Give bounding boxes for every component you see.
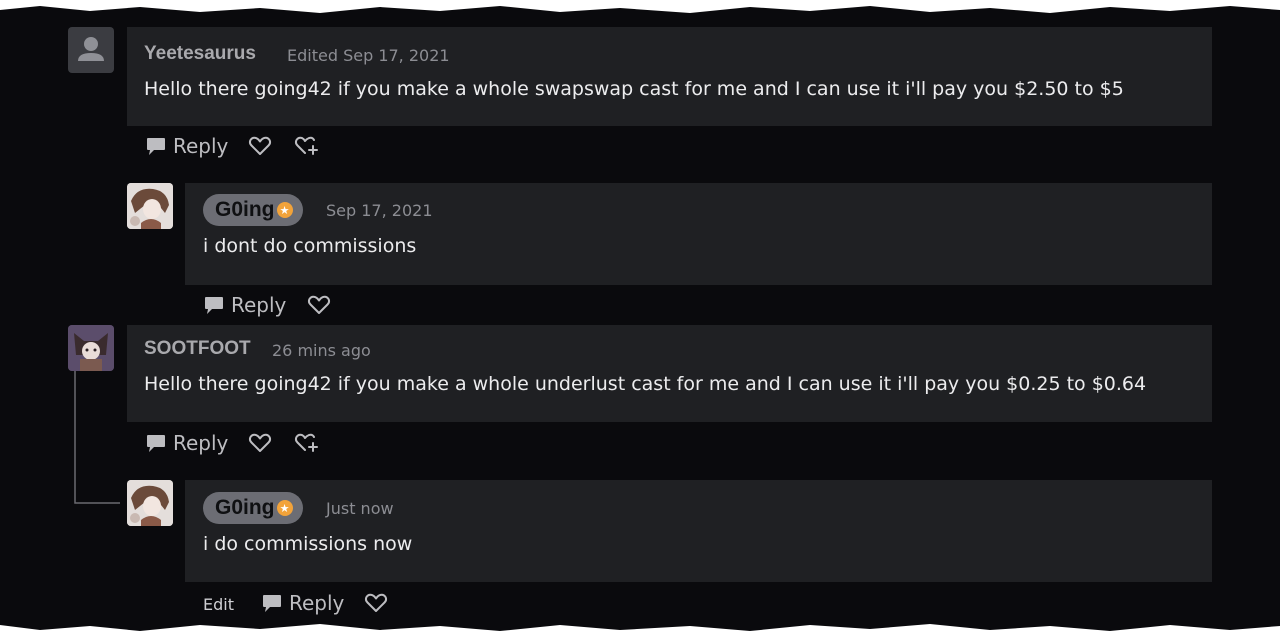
comment-text: i dont do commissions [203, 235, 417, 257]
edit-button[interactable]: Edit [203, 595, 234, 614]
reply-label: Reply [289, 591, 345, 615]
comment-text: i do commissions now [203, 533, 413, 555]
comment-bubble [185, 480, 1212, 582]
comment-text: Hello there going42 if you make a whole … [144, 373, 1147, 395]
comment-bubble [185, 183, 1212, 285]
reply-button[interactable]: Reply [203, 293, 286, 317]
heart-icon [248, 136, 272, 155]
reply-button[interactable]: Reply [261, 591, 344, 615]
comment-bubble-icon [263, 595, 281, 612]
username-pill[interactable]: G0ing ★ [203, 492, 303, 524]
user-silhouette-icon [78, 37, 104, 61]
reply-label: Reply [173, 134, 229, 158]
like-button[interactable] [248, 135, 272, 157]
comment-username[interactable]: SOOTFOOT [144, 338, 251, 360]
heart-icon [364, 593, 388, 612]
like-button[interactable] [364, 592, 388, 614]
avatar-going[interactable] [127, 183, 173, 229]
comment-text: Hello there going42 if you make a whole … [144, 78, 1124, 100]
comment-bubble-icon [205, 297, 223, 314]
comment-timestamp: Sep 17, 2021 [326, 201, 433, 220]
award-button[interactable] [294, 432, 320, 454]
avatar-image [68, 325, 114, 371]
like-button[interactable] [248, 432, 272, 454]
add-reaction-icon [294, 433, 318, 452]
comment-username: G0ing [215, 496, 275, 519]
comment-username: G0ing [215, 198, 275, 221]
reply-label: Reply [231, 293, 287, 317]
reply-button[interactable]: Reply [145, 134, 228, 158]
avatar-image [127, 480, 173, 526]
star-badge-icon: ★ [276, 202, 293, 218]
avatar-default[interactable] [68, 27, 114, 73]
username-pill[interactable]: G0ing ★ [203, 194, 303, 226]
avatar-sootfoot[interactable] [68, 325, 114, 371]
comment-timestamp: Edited Sep 17, 2021 [287, 46, 450, 65]
add-reaction-icon [294, 136, 318, 155]
comment-bubble [127, 27, 1212, 126]
comment-bubble-icon [147, 138, 165, 155]
reply-label: Reply [173, 431, 229, 455]
award-button[interactable] [294, 135, 320, 157]
avatar-image [127, 183, 173, 229]
like-button[interactable] [307, 294, 331, 316]
heart-icon [307, 295, 331, 314]
comment-bubble-icon [147, 435, 165, 452]
avatar-going[interactable] [127, 480, 173, 526]
star-badge-icon: ★ [276, 500, 293, 516]
comment-timestamp: 26 mins ago [272, 341, 371, 360]
reply-button[interactable]: Reply [145, 431, 228, 455]
comment-timestamp: Just now [326, 499, 394, 518]
comment-username[interactable]: Yeetesaurus [144, 43, 256, 65]
heart-icon [248, 433, 272, 452]
